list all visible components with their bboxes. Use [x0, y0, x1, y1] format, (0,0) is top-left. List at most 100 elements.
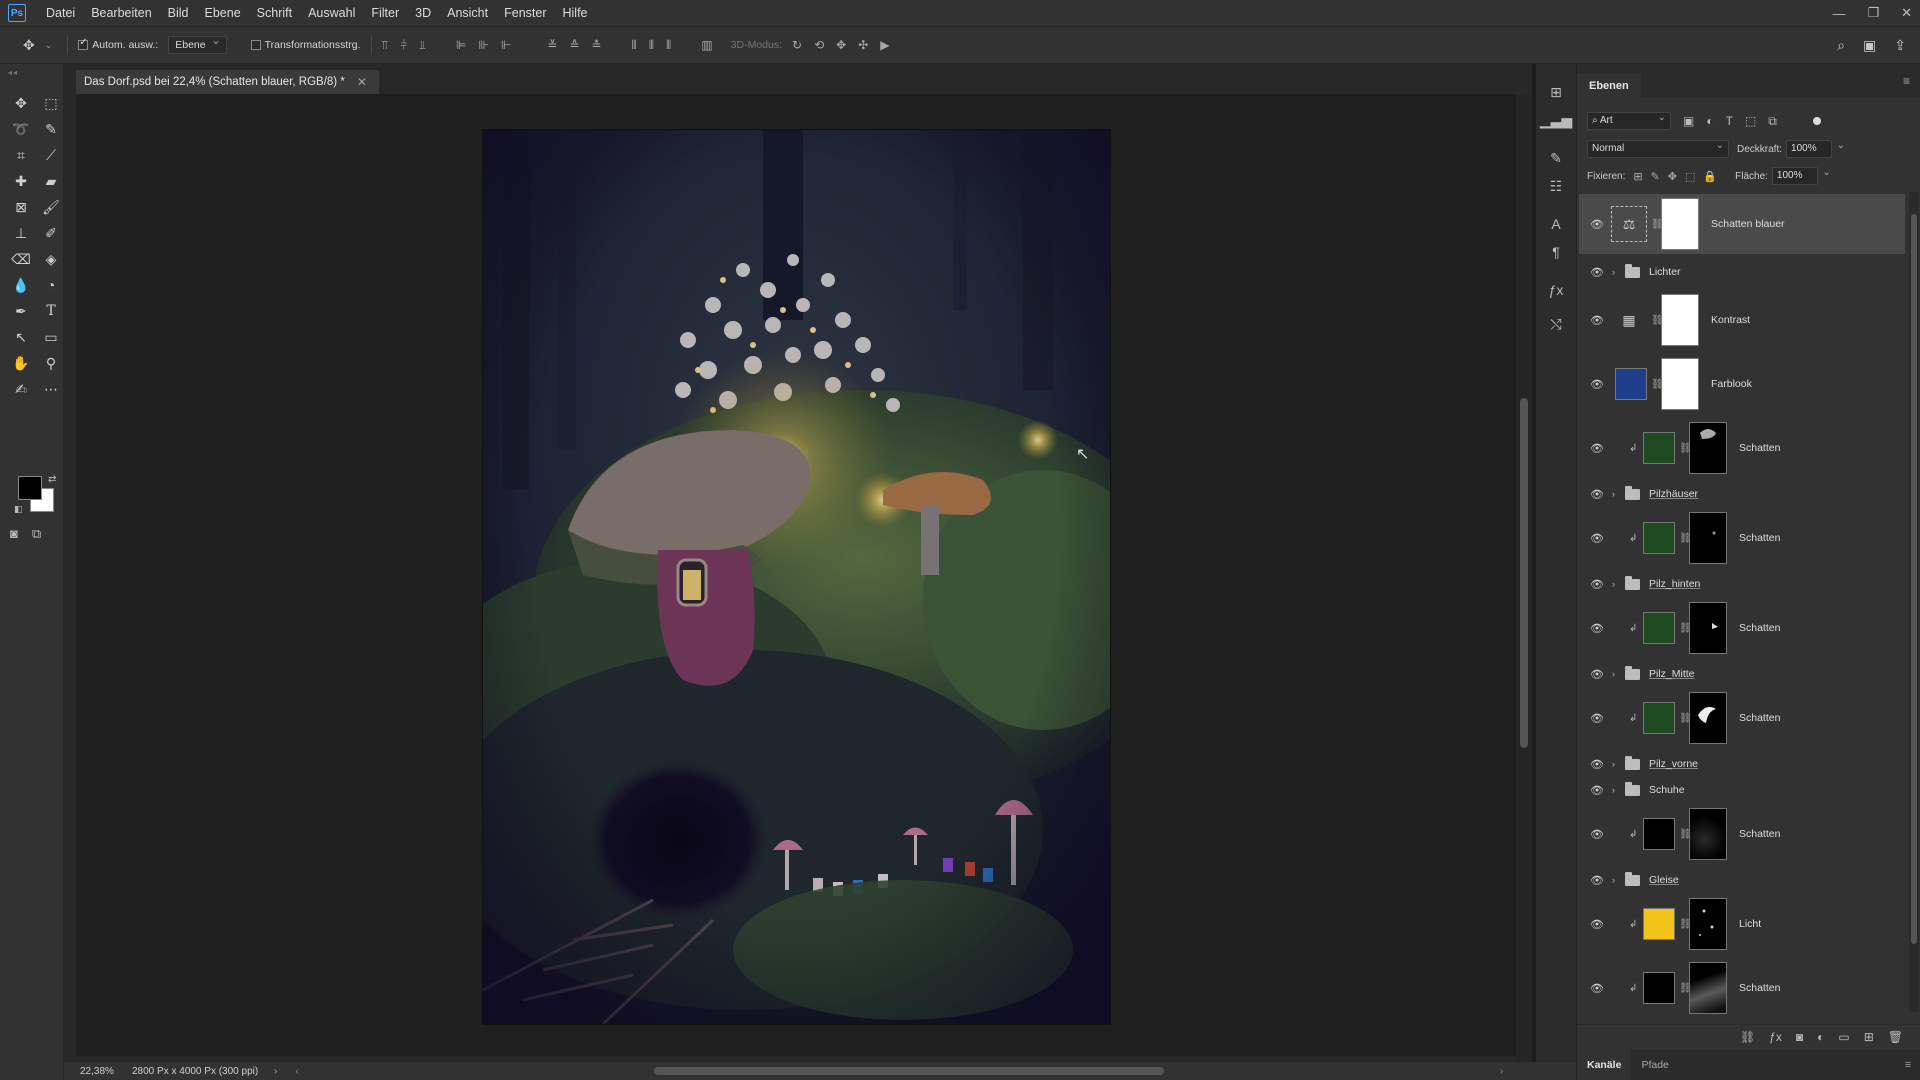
filter-shape-icon[interactable]: ⬚ — [1745, 114, 1756, 128]
paint-bucket-tool-icon[interactable]: ◈ — [38, 248, 64, 270]
workspace-icon[interactable]: ▣ — [1863, 37, 1876, 54]
distribute-hcenter-icon[interactable]: ⦀ — [649, 38, 654, 53]
move-tool-icon[interactable]: ✥ — [8, 92, 34, 114]
layer-name[interactable]: Kontrast — [1711, 314, 1750, 326]
layer-name[interactable]: Schatten — [1739, 828, 1780, 840]
tool-preset-dropdown-icon[interactable]: ⌄ — [45, 40, 53, 51]
visibility-eye-icon[interactable]: 👁 — [1590, 314, 1604, 327]
close-document-icon[interactable]: ✕ — [357, 75, 367, 89]
vertical-scroll-thumb[interactable] — [1520, 398, 1528, 748]
edit-toolbar-icon[interactable]: ✍ — [8, 378, 34, 400]
menu-ansicht[interactable]: Ansicht — [439, 0, 496, 26]
rectangle-tool-icon[interactable]: ▭ — [38, 326, 64, 348]
visibility-eye-icon[interactable]: 👁 — [1590, 266, 1604, 279]
share-icon[interactable]: ⇪ — [1894, 37, 1906, 54]
layer-row[interactable]: 👁 ↲ ⛓ Licht — [1579, 896, 1905, 952]
lasso-tool-icon[interactable]: ➰ — [8, 118, 34, 140]
layer-row[interactable]: 👁 ↲ ⛓ Schatten — [1579, 806, 1905, 862]
quick-mask-icon[interactable]: ◙ — [10, 526, 18, 542]
zoom-level[interactable]: 22,38% — [64, 1066, 114, 1077]
group-expand-icon[interactable]: › — [1612, 489, 1615, 499]
path-select-tool-icon[interactable]: ↖ — [8, 326, 34, 348]
layer-mask-thumbnail[interactable] — [1661, 198, 1699, 250]
visibility-eye-icon[interactable]: 👁 — [1590, 982, 1604, 995]
canvas-image[interactable] — [483, 130, 1110, 1024]
eyedropper-tool-icon[interactable]: ⟋ — [38, 144, 64, 166]
layers-scroll-thumb[interactable] — [1911, 214, 1917, 944]
histogram-panel-icon[interactable]: ▁▃▅ — [1536, 106, 1576, 134]
layer-mask-thumbnail[interactable] — [1689, 962, 1727, 1014]
distribute-bottom-icon[interactable]: ≛ — [591, 38, 601, 53]
layer-mask-thumbnail[interactable] — [1689, 692, 1727, 744]
layer-mask-thumbnail[interactable] — [1689, 422, 1727, 474]
filter-adjustment-icon[interactable]: ◐ — [1706, 114, 1713, 128]
layer-name[interactable]: Schatten — [1739, 982, 1780, 994]
layer-row[interactable]: 👁 ⛓ Farblook — [1579, 356, 1905, 412]
visibility-eye-icon[interactable]: 👁 — [1590, 828, 1604, 841]
group-name[interactable]: Schuhe — [1649, 784, 1685, 796]
fill-color-thumbnail[interactable] — [1643, 908, 1675, 940]
distribute-right-icon[interactable]: ⦀ — [666, 38, 671, 53]
minimize-icon[interactable]: — — [1832, 6, 1845, 21]
visibility-eye-icon[interactable]: 👁 — [1590, 378, 1604, 391]
panel-grip[interactable] — [1577, 64, 1920, 72]
dodge-tool-icon[interactable]: ◔ — [38, 274, 64, 296]
new-adjustment-icon[interactable]: ◐ — [1817, 1030, 1824, 1044]
layers-scrollbar[interactable] — [1909, 192, 1919, 1012]
layer-row[interactable]: 👁 ↲ ⛓ Schatten — [1579, 960, 1905, 1016]
layer-name[interactable]: Schatten — [1739, 442, 1780, 454]
delete-layer-icon[interactable]: 🗑 — [1888, 1030, 1903, 1044]
align-right-icon[interactable]: ⊩ — [501, 38, 511, 53]
document-tab[interactable]: Das Dorf.psd bei 22,4% (Schatten blauer,… — [76, 70, 379, 94]
fill-color-thumbnail[interactable] — [1643, 972, 1675, 1004]
fill-field[interactable]: 100% — [1771, 165, 1831, 185]
layer-row[interactable]: 👁 ↲ ⛓ Schatten — [1579, 420, 1905, 476]
lock-pixels-icon[interactable]: ✎ — [1651, 170, 1660, 183]
filter-smart-object-icon[interactable]: ⧉ — [1768, 114, 1777, 129]
close-window-icon[interactable]: ✕ — [1901, 5, 1912, 21]
swap-colors-icon[interactable]: ⇄ — [48, 474, 56, 485]
history-brush-tool-icon[interactable]: ✐ — [38, 222, 64, 244]
visibility-eye-icon[interactable]: 👁 — [1590, 668, 1604, 681]
healing-brush-tool-icon[interactable]: ✚ — [8, 170, 34, 192]
type-tool-icon[interactable]: T — [38, 300, 64, 322]
align-bottom-icon[interactable]: ⫫ — [419, 38, 426, 53]
lock-transparent-icon[interactable]: ⊞ — [1633, 170, 1642, 183]
visibility-eye-icon[interactable]: 👁 — [1590, 442, 1604, 455]
screen-mode-icon[interactable]: ⧉ — [32, 526, 41, 542]
group-expand-icon[interactable]: › — [1612, 579, 1615, 589]
actions-panel-icon[interactable]: ⤭ — [1536, 310, 1576, 338]
layer-name[interactable]: Farblook — [1711, 378, 1752, 390]
layer-row[interactable]: 👁 ↲ ⛓ Schatten — [1579, 690, 1905, 746]
panel-menu-icon[interactable]: ≡ — [1903, 74, 1910, 88]
restore-icon[interactable]: ❐ — [1867, 5, 1879, 21]
new-group-icon[interactable]: ▭ — [1838, 1030, 1849, 1044]
3d-roll-icon[interactable]: ⟲ — [814, 38, 824, 52]
canvas-pasteboard[interactable]: ↖ — [76, 94, 1516, 1056]
menu-auswahl[interactable]: Auswahl — [300, 0, 363, 26]
layer-mask-thumbnail[interactable] — [1661, 294, 1699, 346]
filter-toggle-icon[interactable] — [1812, 117, 1821, 125]
character-panel-icon[interactable]: A — [1536, 210, 1576, 238]
auto-align-icon[interactable]: ▥ — [701, 38, 712, 53]
layer-name[interactable]: Schatten — [1739, 712, 1780, 724]
styles-panel-icon[interactable]: ƒx — [1536, 276, 1576, 304]
fill-color-thumbnail[interactable] — [1643, 818, 1675, 850]
layer-name[interactable]: Licht — [1739, 918, 1761, 930]
layer-group-row[interactable]: 👁 › Gleise — [1579, 870, 1905, 890]
patch-tool-icon[interactable]: ▰ — [38, 170, 64, 192]
auto-select-target-select[interactable]: Ebene — [168, 34, 227, 54]
distribute-left-icon[interactable]: ⦀ — [631, 38, 636, 53]
opacity-field[interactable]: 100% — [1786, 138, 1845, 158]
clone-stamp-tool-icon[interactable]: ⊥ — [8, 222, 34, 244]
distribute-top-icon[interactable]: ≚ — [547, 38, 557, 53]
fill-color-thumbnail[interactable] — [1615, 368, 1647, 400]
layer-group-row[interactable]: 👁 › Pilzhäuser — [1579, 484, 1905, 504]
layer-mask-thumbnail[interactable] — [1689, 512, 1727, 564]
more-tools-icon[interactable]: ⋯ — [38, 378, 64, 400]
group-expand-icon[interactable]: › — [1612, 759, 1615, 769]
group-name[interactable]: Lichter — [1649, 266, 1681, 278]
add-mask-icon[interactable]: ◙ — [1796, 1030, 1803, 1044]
layer-group-row[interactable]: 👁 › Pilz_hinten — [1579, 574, 1905, 594]
eraser-tool-icon[interactable]: ⌫ — [8, 248, 34, 270]
